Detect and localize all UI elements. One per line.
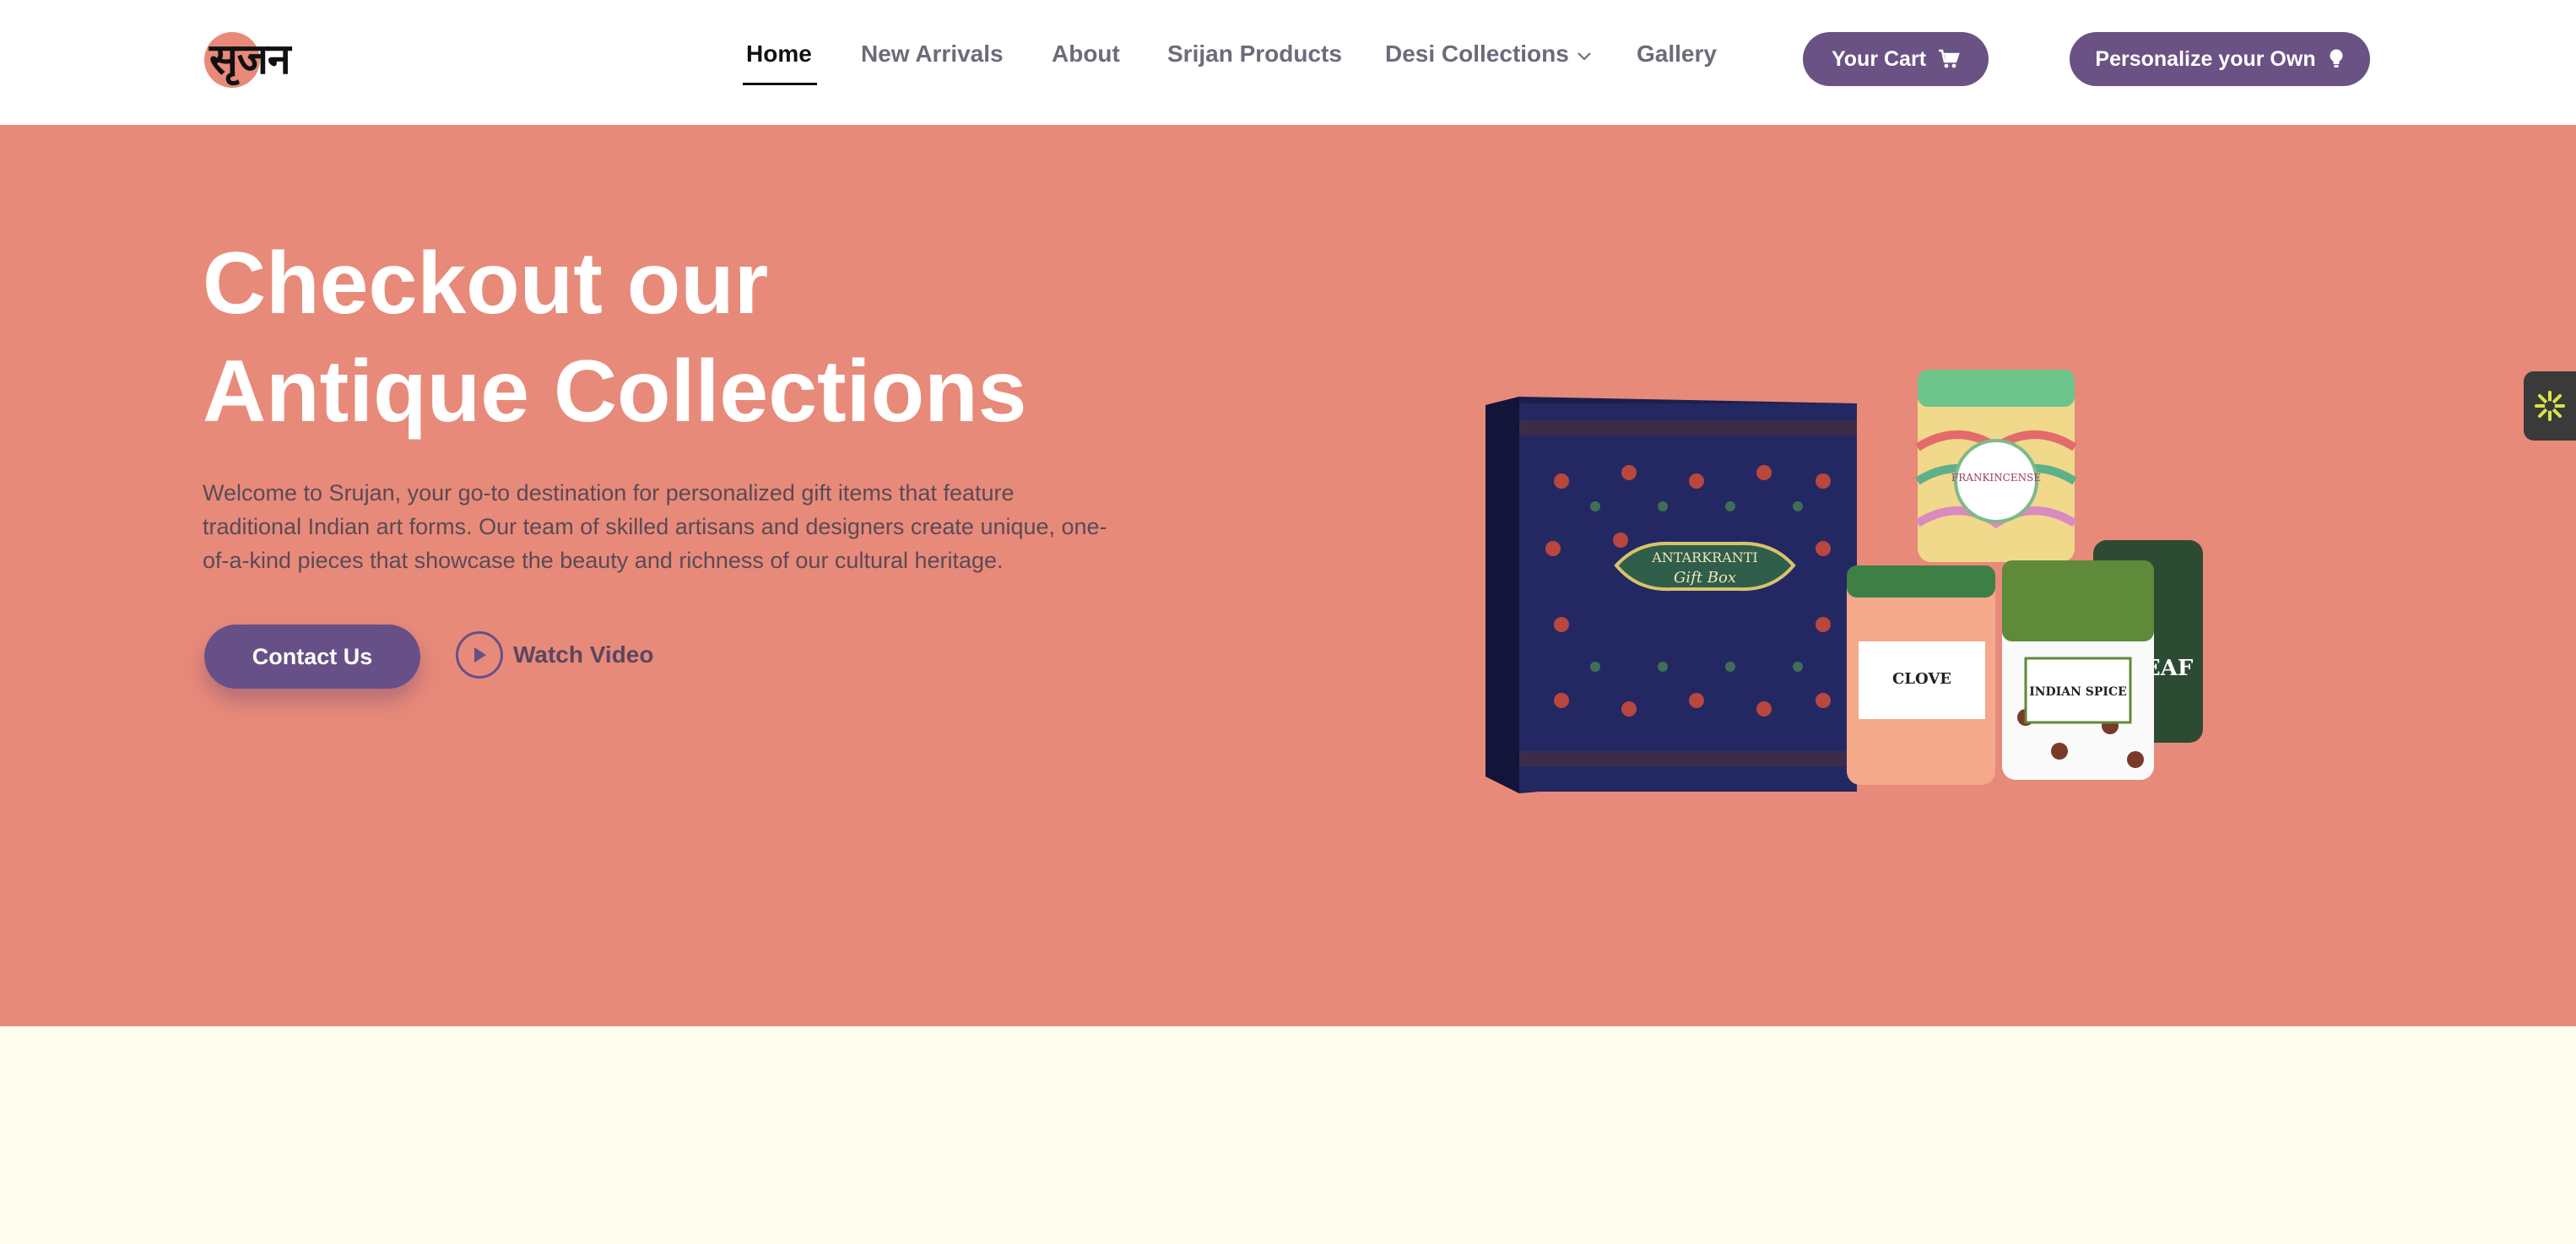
watch-video-label: Watch Video: [513, 641, 654, 668]
hero-description: Welcome to Srujan, your go-to destinatio…: [203, 480, 1107, 573]
logo[interactable]: सृजन: [203, 29, 321, 89]
side-widget[interactable]: [2524, 371, 2576, 441]
gift-box-illustration: ANTARKRANTI Gift Box: [1486, 397, 1857, 793]
nav-gallery[interactable]: Gallery: [1637, 41, 1717, 68]
jar-frankincense: FRANKINCENSE: [1915, 370, 2077, 562]
your-cart-label: Your Cart: [1831, 46, 1927, 71]
site-header: सृजन Home New Arrivals About Srijan Prod…: [0, 0, 2576, 125]
nav-active-underline: [743, 83, 817, 85]
nav-srijan-products[interactable]: Srijan Products: [1167, 41, 1342, 68]
sparkle-icon: [2535, 391, 2565, 421]
personalize-label: Personalize your Own: [2095, 46, 2316, 71]
product-image: ANTARKRANTI Gift Box FRANKINCENSE LEAF C…: [1486, 370, 2203, 793]
hero-title: Checkout our Antique Collections: [203, 230, 1215, 446]
nav-desi-collections[interactable]: Desi Collections: [1385, 41, 1593, 68]
nav-new-arrivals[interactable]: New Arrivals: [861, 41, 1004, 68]
logo-text: सृजन: [209, 35, 291, 84]
box-brand-text: ANTARKRANTI: [1651, 549, 1758, 565]
nav-desi-collections-label: Desi Collections: [1385, 41, 1569, 67]
hero-title-line1: Checkout our: [203, 235, 769, 333]
play-icon: [456, 631, 503, 679]
lightbulb-icon: [2330, 49, 2343, 68]
nav-about[interactable]: About: [1052, 41, 1120, 68]
box-sub-text: Gift Box: [1674, 569, 1736, 587]
jar-clove: CLOVE: [1847, 565, 1995, 785]
watch-video-link[interactable]: Watch Video: [456, 630, 653, 680]
chevron-down-icon: [1578, 51, 1591, 61]
cart-icon: [1939, 49, 1960, 68]
jar-indian-spice: INDIAN SPICE: [2002, 560, 2154, 780]
jar3-label: INDIAN SPICE: [2029, 685, 2127, 699]
your-cart-button[interactable]: Your Cart: [1803, 32, 1989, 86]
jar2-label: CLOVE: [1892, 670, 1951, 688]
contact-us-button[interactable]: Contact Us: [204, 625, 420, 689]
personalize-button[interactable]: Personalize your Own: [2070, 32, 2370, 86]
nav-home[interactable]: Home: [746, 41, 812, 68]
jar1-label: FRANKINCENSE: [1951, 472, 2041, 484]
hero-title-line2: Antique Collections: [203, 343, 1027, 441]
